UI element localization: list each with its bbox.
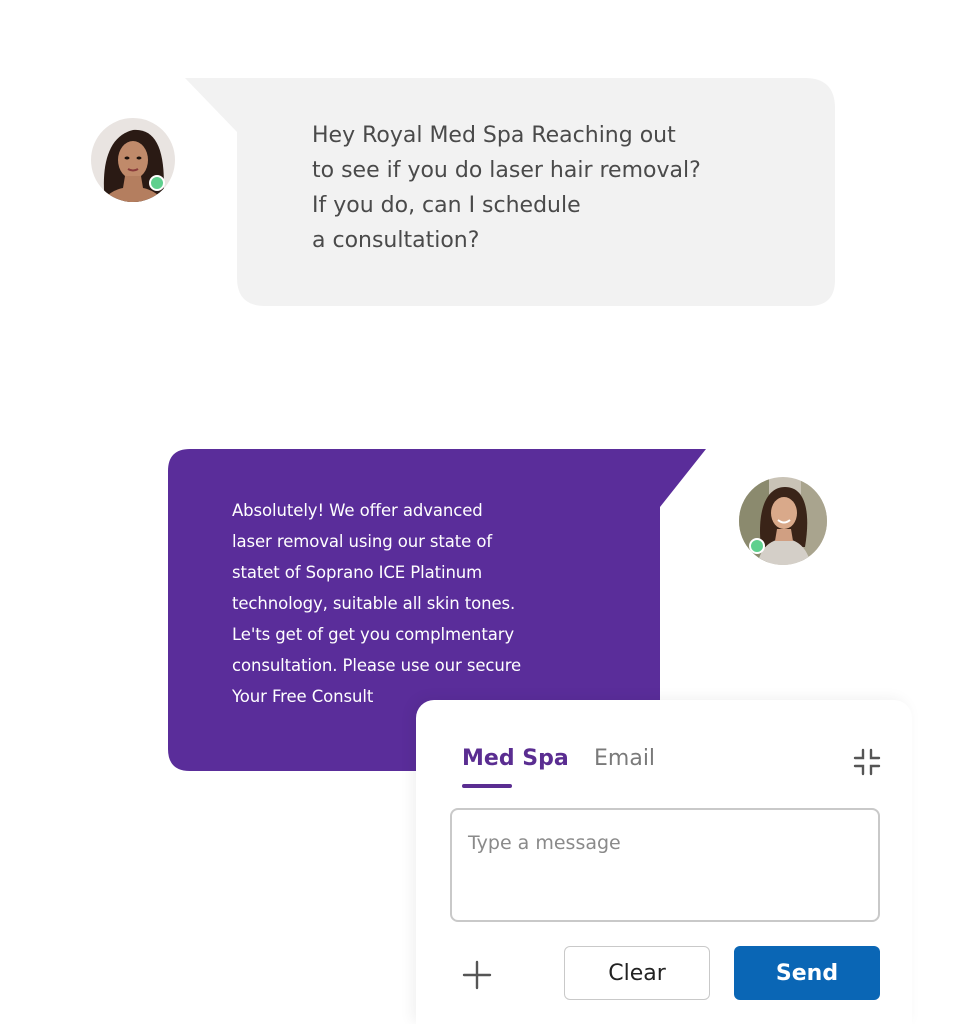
staff-online-status [749, 538, 765, 554]
customer-avatar-image [91, 118, 175, 202]
outgoing-message-text: Absolutely! We offer advanced laser remo… [232, 501, 522, 706]
add-attachment-button[interactable] [460, 958, 494, 992]
customer-online-status [149, 175, 165, 191]
collapse-button[interactable] [852, 747, 882, 777]
tab-email[interactable]: Email [594, 746, 655, 771]
incoming-message-text: Hey Royal Med Spa Reaching out to see if… [312, 123, 701, 253]
message-composer: Med Spa Email Clear Send [416, 700, 912, 1024]
active-tab-indicator [462, 784, 512, 788]
tab-med-spa[interactable]: Med Spa [462, 746, 569, 771]
message-input[interactable] [450, 808, 880, 922]
collapse-icon [853, 748, 881, 776]
plus-icon [462, 960, 492, 990]
customer-avatar[interactable] [91, 118, 175, 202]
clear-button[interactable]: Clear [564, 946, 710, 1000]
send-button[interactable]: Send [734, 946, 880, 1000]
incoming-message-bubble: Hey Royal Med Spa Reaching out to see if… [185, 66, 837, 308]
